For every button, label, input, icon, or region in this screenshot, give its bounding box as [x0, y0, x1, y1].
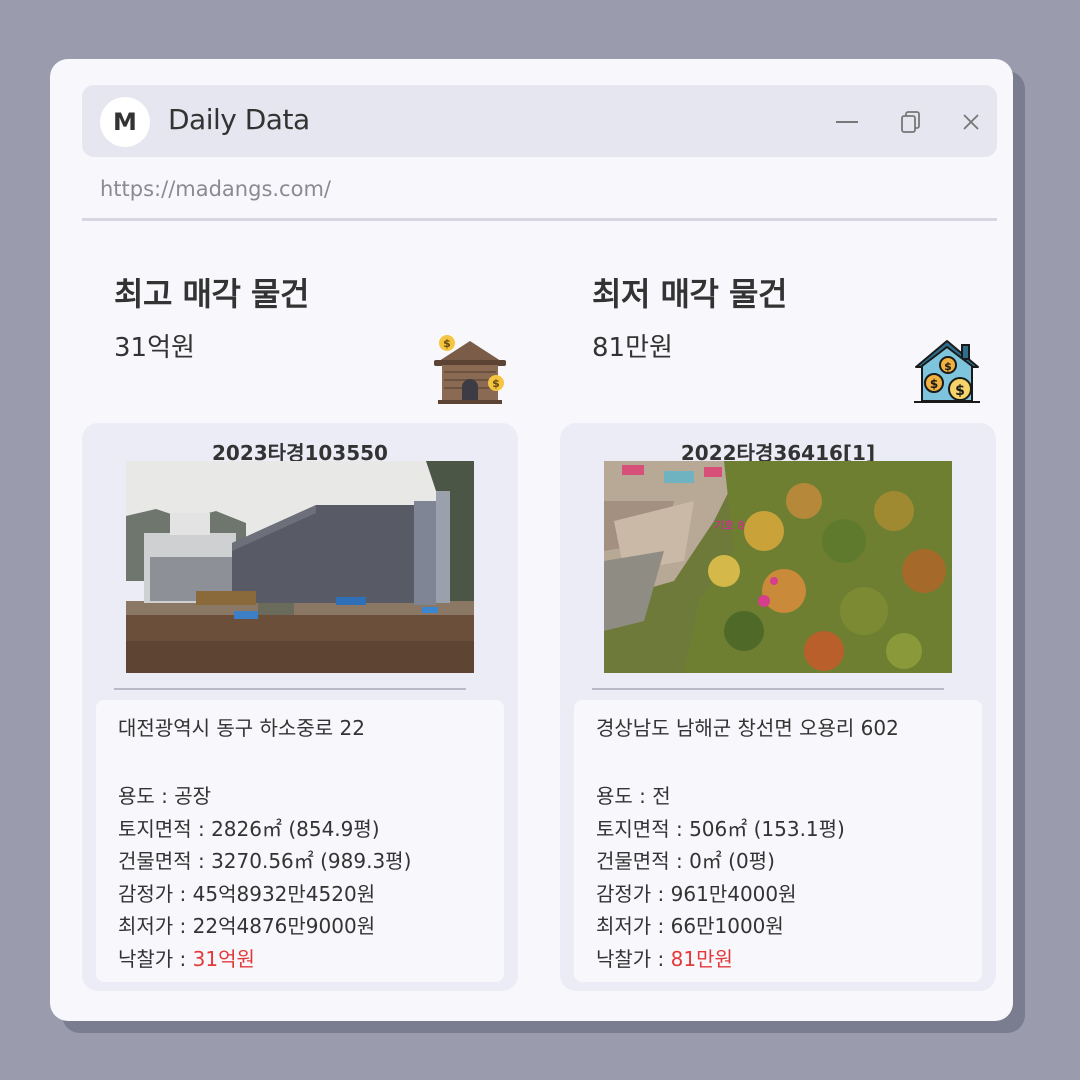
winning-bid-price: 81만원	[670, 946, 733, 971]
url-divider	[82, 218, 997, 221]
detail-row-usage: 용도 : 공장	[118, 784, 212, 808]
detail-row-building-area: 건물면적 : 3270.56㎡ (989.3평)	[118, 849, 412, 873]
highest-value: 31억원	[114, 333, 195, 363]
app-window: M Daily Data https://madangs.com/ 최고 매각 …	[50, 59, 1013, 1021]
card-divider	[114, 688, 466, 690]
app-logo: M	[100, 97, 150, 147]
photo-annotation: 기호 8	[714, 519, 745, 532]
title-bar: M Daily Data	[82, 85, 997, 157]
house-coins-icon: $ $ $	[914, 340, 980, 403]
close-button[interactable]	[954, 105, 988, 139]
close-icon	[963, 114, 979, 130]
url-text[interactable]: https://madangs.com/	[100, 177, 331, 201]
app-title: Daily Data	[168, 103, 310, 136]
svg-text:$: $	[930, 377, 938, 391]
highest-card: 2023타경103550 대전광역시 동구 하소중로 22 용도: 공장 토지…	[82, 423, 518, 991]
detail-row-minimum-price: 최저가 : 66만1000원	[596, 914, 784, 938]
property-address: 경상남도 남해군 창선면 오용리 602	[596, 716, 899, 740]
property-info: 대전광역시 동구 하소중로 22 용도 : 공장 토지면적 : 2826㎡ (8…	[96, 700, 504, 982]
property-info: 경상남도 남해군 창선면 오용리 602 용도 : 전 토지면적 : 506㎡ …	[574, 700, 982, 982]
minimize-icon	[836, 121, 858, 123]
detail-row-land-area: 토지면적 : 2826㎡ (854.9평)	[118, 816, 380, 841]
detail-row-building-area: 건물면적 : 0㎡ (0평)	[596, 849, 775, 873]
lowest-value: 81만원	[592, 333, 673, 363]
property-address: 대전광역시 동구 하소중로 22	[118, 716, 365, 740]
property-details: 용도 : 전 토지면적 : 506㎡ (153.1평) 건물면적 : 0㎡ (0…	[596, 780, 845, 975]
detail-row-appraisal: 감정가 : 45억8932만4520원	[118, 881, 376, 906]
lowest-card: 2022타경36416[1] 기호 8 경상남도 남해군 창선면 오용리 602…	[560, 423, 996, 991]
copy-windows-icon	[901, 111, 920, 133]
property-photo-aerial: 기호 8	[604, 461, 952, 673]
restore-button[interactable]	[894, 105, 928, 139]
detail-row-land-area: 토지면적 : 506㎡ (153.1평)	[596, 816, 845, 841]
lowest-heading: 최저 매각 물건	[592, 275, 787, 313]
detail-row-winning-bid: 낙찰가 : 81만원	[596, 946, 733, 971]
svg-text:$: $	[955, 383, 965, 399]
house-money-icon: $ $	[434, 335, 506, 404]
property-photo-factory	[126, 461, 474, 673]
detail-row-minimum-price: 최저가 : 22억4876만9000원	[118, 914, 376, 938]
svg-text:$: $	[944, 360, 952, 373]
detail-row-usage: 용도 : 전	[596, 784, 671, 808]
property-details: 용도 : 공장 토지면적 : 2826㎡ (854.9평) 건물면적 : 327…	[118, 780, 411, 975]
minimize-button[interactable]	[830, 105, 864, 139]
winning-bid-price: 31억원	[192, 946, 255, 971]
detail-row-appraisal: 감정가 : 961만4000원	[596, 881, 797, 906]
card-divider	[592, 688, 944, 690]
svg-text:$: $	[492, 377, 500, 390]
svg-text:$: $	[443, 337, 451, 350]
highest-heading: 최고 매각 물건	[114, 275, 309, 313]
detail-row-winning-bid: 낙찰가 : 31억원	[118, 946, 255, 971]
